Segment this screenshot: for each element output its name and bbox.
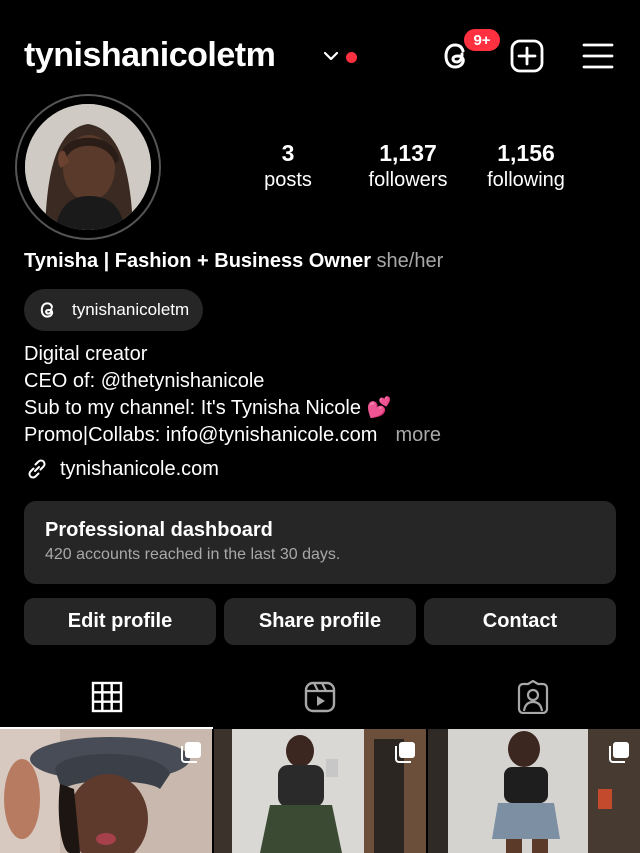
bio-line-last: Promo|Collabs: info@tynishanicole.com mor… <box>24 422 441 449</box>
followers-count[interactable]: 1,137 followers <box>358 140 458 192</box>
bio-line: Sub to my channel: It's Tynisha Nicole 💕 <box>24 397 392 419</box>
professional-dashboard[interactable]: Professional dashboard 420 accounts reac… <box>24 501 616 584</box>
display-name: Tynisha | Fashion + Business Owner she/h… <box>24 250 443 273</box>
multiple-photos-icon <box>395 742 415 763</box>
full-name: Tynisha | Fashion + Business Owner <box>24 250 371 272</box>
grid-icon <box>91 681 122 713</box>
pronouns: she/her <box>376 250 444 272</box>
threads-icon <box>40 302 54 318</box>
dashboard-subtitle: 420 accounts reached in the last 30 days… <box>45 546 341 563</box>
following-label: following <box>487 169 565 191</box>
dashboard-title: Professional dashboard <box>45 519 273 541</box>
account-notification-dot <box>346 52 357 63</box>
chevron-down-icon[interactable] <box>322 47 340 65</box>
website-link[interactable]: tynishanicole.com <box>24 456 219 482</box>
multiple-photos-icon <box>609 742 629 763</box>
posts-grid <box>0 729 640 853</box>
contact-button[interactable]: Contact <box>424 598 616 645</box>
tab-reels[interactable] <box>213 665 426 729</box>
bio-line[interactable]: CEO of: @thetynishanicole <box>24 368 441 395</box>
more-button[interactable]: more <box>395 424 441 446</box>
bio: Digital creator CEO of: @thetynishanicol… <box>24 341 441 449</box>
edit-profile-button[interactable]: Edit profile <box>24 598 216 645</box>
add-post-icon[interactable] <box>509 38 545 74</box>
threads-handle: tynishanicoletm <box>72 300 190 319</box>
posts-label: posts <box>264 169 312 191</box>
post-thumbnail[interactable] <box>0 729 212 853</box>
profile-photo <box>25 104 151 230</box>
followers-label: followers <box>368 169 448 191</box>
reels-icon <box>304 681 335 713</box>
username[interactable]: tynishanicoletm <box>24 36 276 75</box>
following-value: 1,156 <box>497 140 555 166</box>
tab-posts[interactable] <box>0 665 213 729</box>
website-url: tynishanicole.com <box>60 457 219 480</box>
link-icon <box>28 459 46 479</box>
post-thumbnail[interactable] <box>214 729 426 853</box>
following-count[interactable]: 1,156 following <box>476 140 576 192</box>
tab-tagged[interactable] <box>426 665 639 729</box>
bio-line: Digital creator <box>24 343 148 365</box>
posts-count: 3 posts <box>258 140 318 192</box>
threads-link-chip[interactable]: tynishanicoletm <box>24 289 204 331</box>
menu-icon[interactable] <box>581 40 615 72</box>
posts-value: 3 <box>281 140 295 166</box>
notification-badge[interactable]: 9+ <box>461 26 503 54</box>
profile-tabs <box>0 665 640 729</box>
post-thumbnail[interactable] <box>428 729 640 853</box>
avatar[interactable] <box>15 94 161 240</box>
bio-line: Promo|Collabs: info@tynishanicole.com <box>24 424 378 446</box>
multiple-photos-icon <box>181 742 201 763</box>
share-profile-button[interactable]: Share profile <box>224 598 416 645</box>
tagged-icon <box>517 680 548 714</box>
followers-value: 1,137 <box>379 140 437 166</box>
